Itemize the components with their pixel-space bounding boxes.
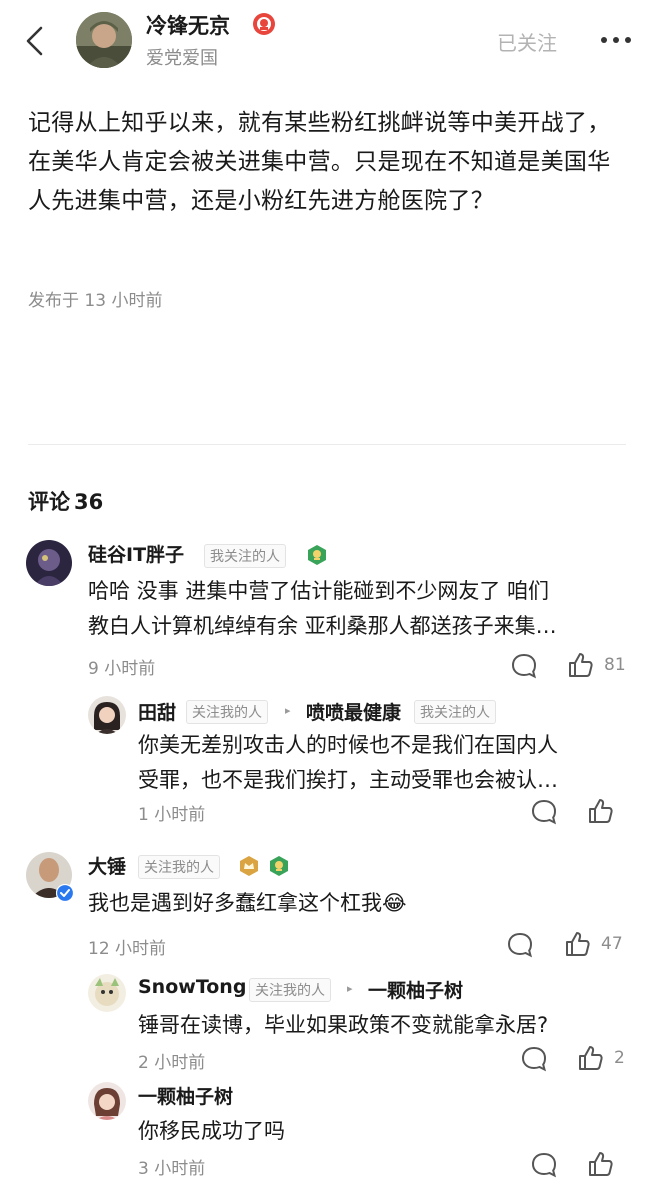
- commenter-avatar[interactable]: [88, 974, 126, 1012]
- laughing-emoji-icon: 😂: [382, 891, 407, 915]
- relation-tag: 我关注的人: [204, 544, 286, 568]
- reply-text-line: 你移民成功了吗: [138, 1119, 285, 1143]
- comment-text: 我也是遇到好多蠢红拿这个杠我😂: [88, 886, 628, 921]
- relation-tag: 关注我的人: [186, 700, 268, 724]
- reply-time: 3 小时前: [138, 1159, 206, 1179]
- post-body: 记得从上知乎以来，就有某些粉红挑衅说等中美开战了，在美华人肯定会被关进集中营。只…: [28, 110, 611, 214]
- comment-bubble-icon[interactable]: [520, 1045, 548, 1073]
- comment-time: 9 小时前: [88, 659, 156, 679]
- like-count: 2: [614, 1048, 625, 1068]
- author-avatar[interactable]: [76, 12, 132, 68]
- comment-text: 哈哈 没事 进集中营了估计能碰到不少网友了 咱们 教白人计算机绰绰有余 亚利桑那…: [88, 574, 628, 644]
- achievement-badge-icon: [268, 855, 290, 877]
- comment-bubble-icon[interactable]: [530, 1151, 558, 1179]
- reply-text: 锤哥在读博，毕业如果政策不变就能拿永居?: [138, 1008, 628, 1043]
- relation-tag: 关注我的人: [138, 855, 220, 879]
- commenter-name[interactable]: 硅谷IT胖子: [88, 540, 184, 567]
- comments-label: 评论: [28, 490, 70, 514]
- author-subtitle: 爱党爱国: [146, 48, 218, 69]
- relation-tag: 关注我的人: [249, 978, 331, 1002]
- comments-title: 评论 36: [28, 486, 103, 516]
- comments-count: 36: [74, 490, 104, 514]
- reply-text-line: 锤哥在读博，毕业如果政策不变就能拿永居?: [138, 1013, 549, 1037]
- commenter-name[interactable]: 田甜: [138, 698, 176, 725]
- comment-bubble-icon[interactable]: [510, 652, 538, 680]
- reply-time: 2 小时前: [138, 1053, 206, 1073]
- thumbs-up-icon[interactable]: [566, 651, 594, 679]
- achievement-badge-icon: [306, 544, 328, 566]
- comment-time: 12 小时前: [88, 939, 167, 959]
- thumbs-up-icon[interactable]: [586, 797, 614, 825]
- thumbs-up-icon[interactable]: [576, 1044, 604, 1072]
- like-count: 81: [604, 655, 626, 675]
- verified-badge-icon: [55, 883, 75, 903]
- post-time: 发布于 13 小时前: [28, 291, 163, 311]
- follow-button[interactable]: 已关注: [497, 27, 557, 56]
- comment-bubble-icon[interactable]: [506, 931, 534, 959]
- comment-text-line: 我也是遇到好多蠢红拿这个杠我: [88, 891, 382, 915]
- reply-text-line: 你美无差别攻击人的时候也不是我们在国内人: [138, 733, 558, 757]
- top-bar: 冷锋无京 爱党爱国 已关注: [0, 0, 650, 90]
- reply-text: 你美无差别攻击人的时候也不是我们在国内人 受罪，也不是我们挨打，主动受罪也会被认…: [138, 728, 628, 798]
- author-name[interactable]: 冷锋无京: [146, 10, 230, 40]
- commenter-name[interactable]: 一颗柚子树: [138, 1082, 233, 1109]
- commenter-avatar[interactable]: [88, 696, 126, 734]
- reply-arrow-icon: ▸: [347, 982, 353, 995]
- like-count: 47: [601, 934, 623, 954]
- reply-target-name[interactable]: 一颗柚子树: [368, 976, 463, 1003]
- back-arrow-icon[interactable]: [22, 24, 48, 58]
- more-dots-icon[interactable]: [598, 26, 634, 54]
- comment-text-line: 哈哈 没事 进集中营了估计能碰到不少网友了 咱们: [88, 579, 550, 603]
- thumbs-up-icon[interactable]: [586, 1150, 614, 1178]
- comment-text-line: 教白人计算机绰绰有余 亚利桑那人都送孩子来集…: [88, 614, 557, 638]
- divider: [28, 444, 626, 445]
- reply-text-line: 受罪，也不是我们挨打，主动受罪也会被认…: [138, 768, 558, 792]
- achievement-badge-icon: [252, 12, 276, 36]
- reply-arrow-icon: ▸: [285, 704, 291, 717]
- comment-bubble-icon[interactable]: [530, 798, 558, 826]
- commenter-avatar[interactable]: [26, 540, 72, 586]
- reply-text: 你移民成功了吗: [138, 1114, 628, 1149]
- achievement-badge-icon: [238, 855, 260, 877]
- reply-time: 1 小时前: [138, 805, 206, 825]
- commenter-name[interactable]: SnowTong: [138, 976, 246, 998]
- reply-target-name[interactable]: 喷喷最健康: [306, 698, 401, 725]
- relation-tag: 我关注的人: [414, 700, 496, 724]
- commenter-name[interactable]: 大锤: [88, 852, 126, 879]
- commenter-avatar[interactable]: [88, 1082, 126, 1120]
- thumbs-up-icon[interactable]: [563, 930, 591, 958]
